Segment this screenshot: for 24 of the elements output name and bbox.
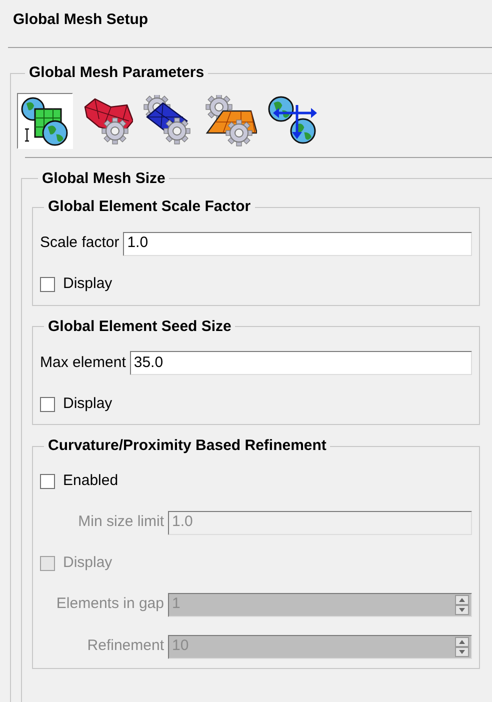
- checkbox-label: Display: [63, 274, 112, 294]
- checkbox[interactable]: [40, 474, 55, 489]
- input-field[interactable]: 35.0: [130, 351, 472, 375]
- group-title: Global Element Scale Factor: [47, 197, 252, 217]
- field-label: Elements in gap: [55, 594, 164, 614]
- globe-arrows-icon: [267, 94, 319, 146]
- surface-mesh-gear-icon: [205, 94, 257, 146]
- field-label: Min size limit: [77, 512, 164, 532]
- checkbox-label: Enabled: [63, 471, 118, 492]
- group-title: Global Mesh Parameters: [28, 63, 206, 83]
- tool-button[interactable]: [203, 92, 259, 148]
- checkbox-label: Display: [63, 553, 112, 574]
- field-label: Refinement: [86, 636, 164, 656]
- field-label: Scale factor: [40, 233, 120, 254]
- group-title: Curvature/Proximity Based Refinement: [47, 436, 328, 456]
- group-title: Global Mesh Size: [41, 168, 166, 188]
- tool-button[interactable]: [17, 92, 73, 148]
- checkbox-label: Display: [63, 394, 112, 414]
- group-title: Global Element Seed Size: [47, 316, 232, 336]
- panel-title: Global Mesh Setup: [13, 10, 148, 30]
- field-label: Max element: [40, 352, 126, 373]
- checkbox[interactable]: [40, 396, 55, 412]
- checkbox[interactable]: [40, 277, 55, 292]
- input-field[interactable]: 1.0: [123, 232, 472, 256]
